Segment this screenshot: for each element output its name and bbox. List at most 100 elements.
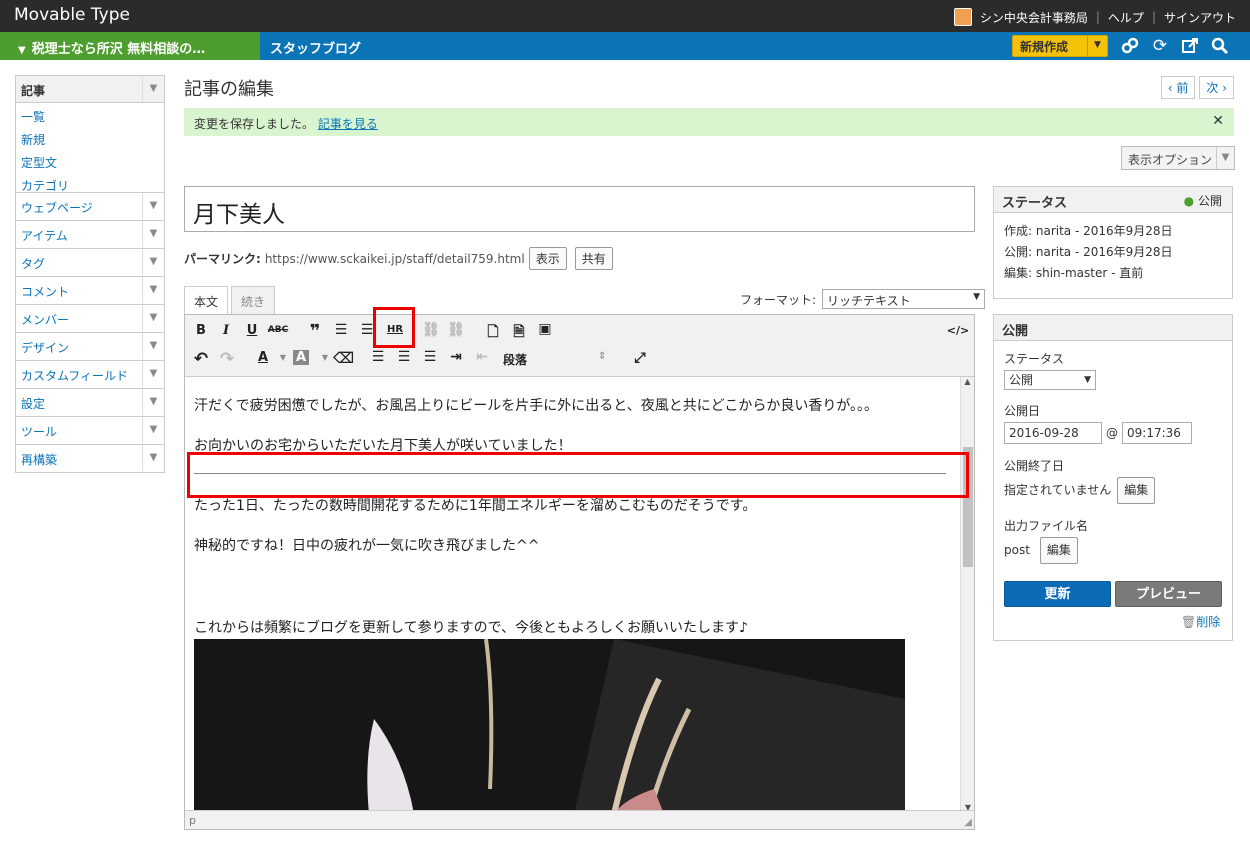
redo-icon[interactable]: ↷	[217, 349, 237, 369]
bold-icon[interactable]: B	[191, 323, 211, 338]
chevron-down-icon[interactable]: ▼	[315, 353, 335, 362]
chevron-down-icon[interactable]: ▼	[142, 389, 164, 415]
new-create-button[interactable]: 新規作成 ▼	[1012, 35, 1108, 57]
flower-photo[interactable]	[194, 639, 905, 812]
sidebar-item-tools[interactable]: ツール ▼	[16, 416, 164, 444]
sidebar-subitem-category[interactable]: カテゴリ	[16, 172, 164, 193]
underline-icon[interactable]: U	[242, 323, 262, 338]
created-info: 作成: narita - 2016年9月28日	[1004, 224, 1173, 238]
entry-title-input[interactable]: 月下美人	[184, 186, 975, 232]
chevron-down-icon[interactable]: ▼	[1087, 36, 1107, 56]
tab-extended[interactable]: 続き	[231, 286, 276, 316]
italic-icon[interactable]: I	[216, 323, 236, 338]
chevron-down-icon[interactable]: ▼	[142, 445, 164, 471]
sidebar-item-settings[interactable]: 設定 ▼	[16, 388, 164, 416]
align-left-icon[interactable]: ☰	[368, 349, 388, 365]
align-right-icon[interactable]: ☰	[420, 349, 440, 365]
next-button[interactable]: 次 ›	[1199, 76, 1234, 99]
app-logo[interactable]: Movable Type	[14, 5, 130, 25]
sidebar-item-design[interactable]: デザイン ▼	[16, 332, 164, 360]
publish-date-input[interactable]: 2016-09-28	[1004, 422, 1102, 444]
display-options-button[interactable]: 表示オプション ▼	[1121, 146, 1235, 170]
hr-icon[interactable]: HR	[385, 324, 405, 335]
scroll-up-icon[interactable]: ▲	[961, 377, 974, 386]
help-link[interactable]: ヘルプ	[1108, 9, 1144, 26]
scrollbar-thumb[interactable]	[963, 447, 973, 567]
status-badge: ● 公開	[1184, 192, 1222, 209]
chevron-down-icon[interactable]: ▼	[142, 249, 164, 275]
sidebar-subitem-boilerplate[interactable]: 定型文	[16, 149, 164, 172]
insert-file-icon[interactable]: 🗋	[483, 321, 503, 345]
sidebar-item-members[interactable]: メンバー ▼	[16, 304, 164, 332]
format-select[interactable]: リッチテキスト	[822, 289, 986, 309]
background-color-icon[interactable]: A	[293, 350, 309, 365]
sidebar-item-comments[interactable]: コメント ▼	[16, 276, 164, 304]
chevron-down-icon[interactable]: ▼	[142, 193, 164, 219]
signout-link[interactable]: サインアウト	[1164, 9, 1236, 26]
numbered-list-icon[interactable]: ☰	[357, 322, 377, 338]
view-entry-link[interactable]: 記事を見る	[318, 117, 378, 131]
source-code-icon[interactable]: </>	[945, 324, 971, 337]
edit-filename-button[interactable]: 編集	[1039, 537, 1078, 564]
sidebar-subitem-list[interactable]: 一覧	[16, 103, 164, 126]
share-button[interactable]: 共有	[574, 247, 613, 270]
close-icon[interactable]: ✕	[1212, 113, 1224, 129]
chevron-down-icon[interactable]: ▼	[142, 277, 164, 303]
new-create-label: 新規作成	[1020, 39, 1069, 54]
editor-content[interactable]: 汗だくで疲労困憊でしたが、お風呂上りにビールを片手に外に出ると、夜風と共にどこか…	[185, 377, 962, 812]
sidebar-item-entries[interactable]: 記事 ▼	[16, 76, 164, 103]
chevron-down-icon[interactable]: ▼	[142, 333, 164, 359]
sidebar-item-label: ツール	[21, 425, 58, 439]
user-menu: シン中央会計事務局 | ヘルプ | サインアウト	[953, 8, 1236, 26]
link-icon[interactable]: ⛓	[421, 322, 441, 338]
chevron-down-icon[interactable]: ▼	[142, 305, 164, 331]
prev-button[interactable]: ‹ 前	[1160, 76, 1196, 99]
resize-handle-icon[interactable]: ◢	[964, 817, 972, 828]
element-path[interactable]: p	[189, 814, 196, 827]
insert-document-icon[interactable]: 🗎	[509, 321, 529, 345]
chevron-down-icon[interactable]: ▼	[273, 353, 293, 362]
update-button[interactable]: 更新	[1004, 581, 1111, 607]
user-name-link[interactable]: シン中央会計事務局	[980, 9, 1088, 26]
edit-unpublish-button[interactable]: 編集	[1117, 477, 1156, 504]
unlink-icon[interactable]: ⛓	[446, 322, 466, 338]
status-select[interactable]: 公開 ▼	[1004, 370, 1096, 390]
delete-link[interactable]: 🗑削除	[1181, 613, 1220, 630]
sidebar-item-webpage[interactable]: ウェブページ ▼	[16, 192, 164, 220]
chevron-down-icon[interactable]: ▼	[142, 76, 164, 102]
insert-image-icon[interactable]: ▣	[535, 321, 555, 337]
publish-time-input[interactable]: 09:17:36	[1122, 422, 1192, 444]
sidebar-subitem-new[interactable]: 新規	[16, 126, 164, 149]
chevron-down-icon[interactable]: ▼	[142, 221, 164, 247]
site-breadcrumb[interactable]: ▼ 税理士なら所沢 無料相談の…	[0, 32, 260, 60]
sidebar-item-rebuild[interactable]: 再構築 ▼	[16, 444, 164, 472]
unpublish-date-row: 指定されていません 編集	[1004, 477, 1222, 504]
link-icon[interactable]	[1120, 37, 1140, 55]
user-avatar[interactable]	[953, 8, 972, 26]
strikethrough-icon[interactable]: ABC	[267, 325, 289, 335]
tab-body[interactable]: 本文	[184, 286, 229, 316]
blockquote-icon[interactable]: ❞	[305, 321, 325, 342]
blog-breadcrumb[interactable]: スタッフブログ	[270, 38, 361, 57]
rich-text-editor: B I U ABC ❞ ☰ ☰ HR ⛓ ⛓ 🗋 🗎 ▣ </> ↶ ↷ A ▼…	[184, 314, 975, 830]
indent-icon[interactable]: ⇥	[446, 349, 466, 365]
undo-icon[interactable]: ↶	[191, 349, 211, 369]
bulleted-list-icon[interactable]: ☰	[331, 322, 351, 338]
text-color-icon[interactable]: A	[253, 350, 273, 365]
fullscreen-icon[interactable]: ⤢	[630, 350, 650, 366]
search-icon[interactable]	[1210, 37, 1230, 55]
chevron-down-icon[interactable]: ▼	[142, 417, 164, 443]
sidebar-item-tags[interactable]: タグ ▼	[16, 248, 164, 276]
outdent-icon[interactable]: ⇤	[472, 349, 492, 365]
refresh-icon[interactable]: ⟳	[1150, 37, 1170, 55]
external-link-icon[interactable]	[1180, 37, 1200, 55]
align-center-icon[interactable]: ☰	[394, 349, 414, 365]
sidebar-item-assets[interactable]: アイテム ▼	[16, 220, 164, 248]
sidebar-item-custom-fields[interactable]: カスタムフィールド ▼	[16, 360, 164, 388]
editor-scrollbar[interactable]: ▲ ▼	[960, 377, 974, 812]
eraser-icon[interactable]: ⌫	[333, 349, 354, 367]
chevron-down-icon[interactable]: ▼	[142, 361, 164, 387]
preview-button[interactable]: プレビュー	[1115, 581, 1222, 607]
paragraph-select[interactable]: 段落 ⇕	[503, 351, 613, 368]
view-button[interactable]: 表示	[528, 247, 567, 270]
